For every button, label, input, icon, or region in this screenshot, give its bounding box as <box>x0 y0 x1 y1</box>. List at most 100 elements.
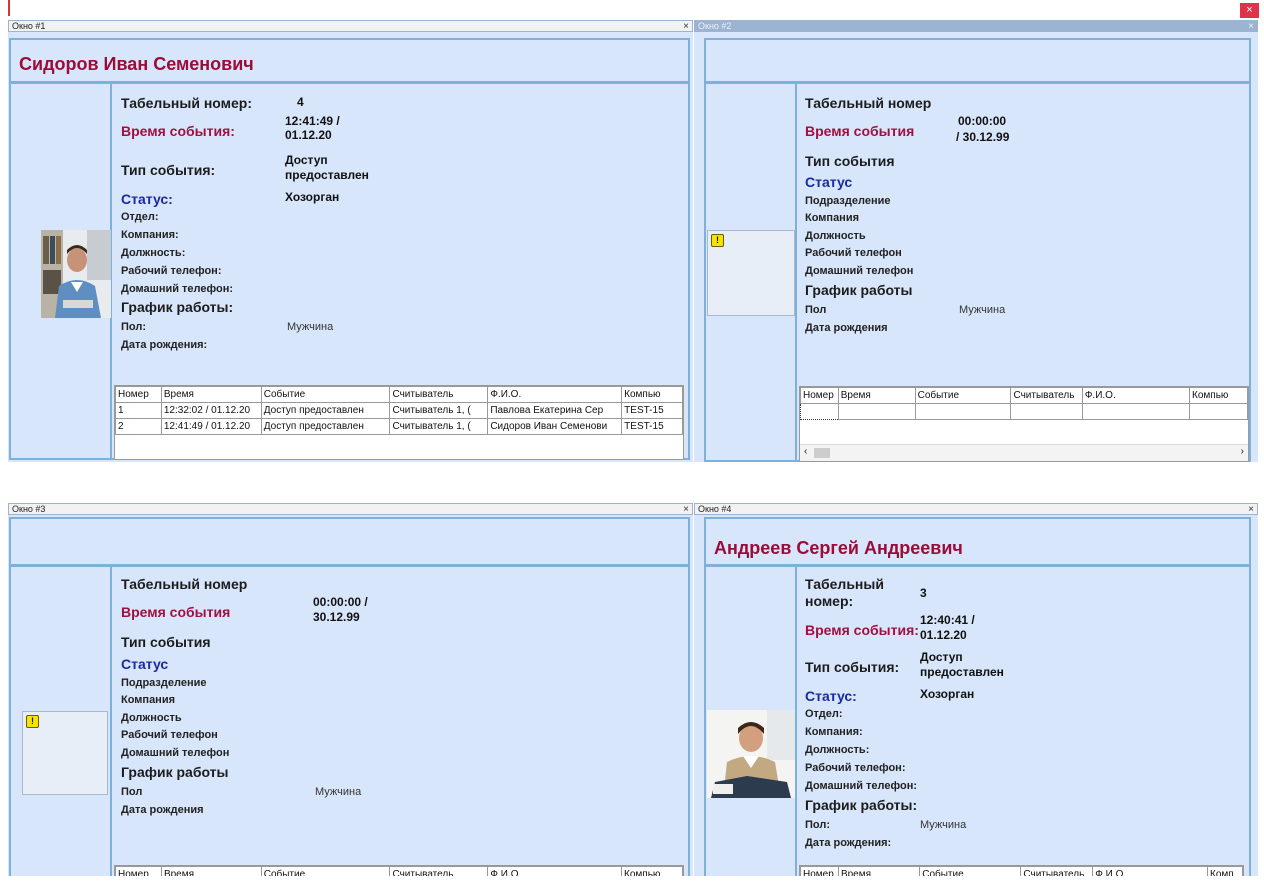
label-sex: Пол: <box>121 321 147 333</box>
label-home-phone: Домашний телефон: <box>805 780 918 792</box>
label-company: Компания: <box>805 726 863 738</box>
scroll-thumb[interactable] <box>814 448 830 458</box>
table-cell: Доступ предоставлен <box>260 418 391 435</box>
column-header[interactable]: Ф.И.О. <box>1081 387 1191 404</box>
window-4-titlebar[interactable]: Окно #4 × <box>694 503 1258 515</box>
value-event-type-line1: Доступ <box>285 153 328 167</box>
employee-photo <box>707 710 795 798</box>
table-cell[interactable] <box>800 403 839 420</box>
value-status: Хозорган <box>920 687 975 701</box>
table-cell: TEST-15 <box>621 402 683 419</box>
table-cell: 12:32:02 / 01.12.20 <box>160 402 262 419</box>
label-company: Компания <box>805 212 860 224</box>
value-sex: Мужчина <box>315 786 362 798</box>
value-status: Хозорган <box>285 190 340 204</box>
column-header[interactable]: Событие <box>260 386 391 403</box>
events-grid[interactable]: Номер Время Событие Считыватель Ф.И.О. К… <box>114 385 684 460</box>
value-tab-number: 3 <box>920 586 927 600</box>
label-status: Статус <box>121 656 169 672</box>
value-event-time-line1: 00:00:00 <box>958 114 1007 128</box>
horizontal-scrollbar[interactable]: ‹ › <box>800 444 1248 461</box>
employee-name: Андреев Сергей Андреевич <box>714 538 963 558</box>
label-department: Отдел: <box>805 708 843 720</box>
left-edge-marker <box>8 0 10 16</box>
label-department: Отдел: <box>121 211 159 223</box>
table-cell <box>914 403 1012 420</box>
column-header[interactable]: Компью <box>1189 387 1248 404</box>
label-work-phone: Рабочий телефон <box>121 729 218 741</box>
column-header[interactable]: Номер <box>115 386 162 403</box>
window-1-titlebar[interactable]: Окно #1 × <box>8 20 693 32</box>
value-event-type-line2: предоставлен <box>285 168 369 182</box>
label-tab-number: Табельный номер <box>805 95 932 111</box>
table-row[interactable] <box>800 403 1248 420</box>
label-tab-number-line1: Табельный <box>805 576 884 592</box>
table-cell: Считыватель 1, ( <box>389 402 489 419</box>
window-2-close-button[interactable]: × <box>1248 21 1254 32</box>
label-tab-number: Табельный номер <box>121 576 248 592</box>
column-header[interactable]: Номер <box>800 387 839 404</box>
label-sex: Пол <box>121 786 143 798</box>
column-header[interactable]: Время <box>837 387 916 404</box>
label-event-type: Тип события <box>805 153 895 169</box>
window-3-titlebar[interactable]: Окно #3 × <box>8 503 693 515</box>
employee-name-panel: Сидоров Иван Семенович <box>9 38 690 83</box>
employee-details-panel: Табельный номер: 3 Время события: 12:40:… <box>704 565 1251 877</box>
events-grid[interactable]: Номер Время Событие Считыватель Ф.И.О. К… <box>799 386 1249 462</box>
table-cell: Павлова Екатерина Сер <box>487 402 623 419</box>
app-close-button[interactable]: × <box>1240 3 1259 18</box>
value-event-time-line2: 01.12.20 <box>920 628 967 642</box>
window-2-titlebar[interactable]: Окно #2 × <box>694 20 1258 32</box>
label-tab-number: Табельный номер: <box>121 95 253 111</box>
label-event-time: Время события: <box>805 622 919 638</box>
label-schedule: График работы: <box>121 299 234 315</box>
table-row[interactable]: 1 12:32:02 / 01.12.20 Доступ предоставле… <box>115 402 683 419</box>
column-header[interactable]: Считыватель <box>1010 387 1083 404</box>
photo-column <box>706 567 797 877</box>
label-work-phone: Рабочий телефон: <box>805 762 906 774</box>
label-event-time: Время события <box>121 604 231 620</box>
label-sex: Пол <box>805 304 827 316</box>
label-schedule: График работы: <box>805 797 918 813</box>
photo-placeholder: ! <box>707 230 795 316</box>
close-icon: × <box>683 504 689 515</box>
label-department: Подразделение <box>121 677 207 689</box>
table-cell <box>1189 403 1248 420</box>
column-header[interactable]: Считыватель <box>389 386 489 403</box>
scroll-right-icon[interactable]: › <box>1241 446 1244 457</box>
label-event-type: Тип события: <box>121 162 216 178</box>
column-header[interactable]: Компью <box>621 386 683 403</box>
value-event-time-line1: 12:40:41 / <box>920 613 975 627</box>
label-company: Компания <box>121 694 176 706</box>
value-event-time-line2: / 30.12.99 <box>956 130 1010 144</box>
label-birth-date: Дата рождения <box>121 804 204 816</box>
employee-name-panel: Андреев Сергей Андреевич <box>704 517 1251 566</box>
label-status: Статус: <box>805 688 857 704</box>
window-3: Окно #3 × ! Табельный номер Время событи… <box>8 503 693 877</box>
warning-icon: ! <box>26 715 39 728</box>
column-header[interactable]: Ф.И.О. <box>487 386 623 403</box>
employee-details-panel: Табельный номер: 4 Время события: 12:41:… <box>9 82 690 460</box>
label-event-time: Время события <box>805 123 915 139</box>
table-cell <box>1081 403 1191 420</box>
column-header[interactable]: Событие <box>914 387 1012 404</box>
window-title: Окно #2 <box>698 21 732 31</box>
label-work-phone: Рабочий телефон: <box>121 265 222 277</box>
employee-name-panel <box>704 38 1251 83</box>
photo-column: ! <box>706 84 797 460</box>
label-company: Компания: <box>121 229 179 241</box>
label-department: Подразделение <box>805 195 891 207</box>
scroll-left-icon[interactable]: ‹ <box>804 446 807 457</box>
photo-placeholder: ! <box>22 711 108 795</box>
table-cell: Доступ предоставлен <box>260 402 391 419</box>
window-4-close-button[interactable]: × <box>1248 504 1254 515</box>
table-row[interactable]: 2 12:41:49 / 01.12.20 Доступ предоставле… <box>115 418 683 435</box>
label-work-phone: Рабочий телефон <box>805 247 902 259</box>
window-3-close-button[interactable]: × <box>683 504 689 515</box>
value-sex: Мужчина <box>287 321 334 333</box>
employee-name-panel <box>9 517 690 566</box>
close-icon: × <box>683 21 689 32</box>
window-1-close-button[interactable]: × <box>683 21 689 32</box>
column-header[interactable]: Время <box>160 386 262 403</box>
table-cell <box>837 403 916 420</box>
